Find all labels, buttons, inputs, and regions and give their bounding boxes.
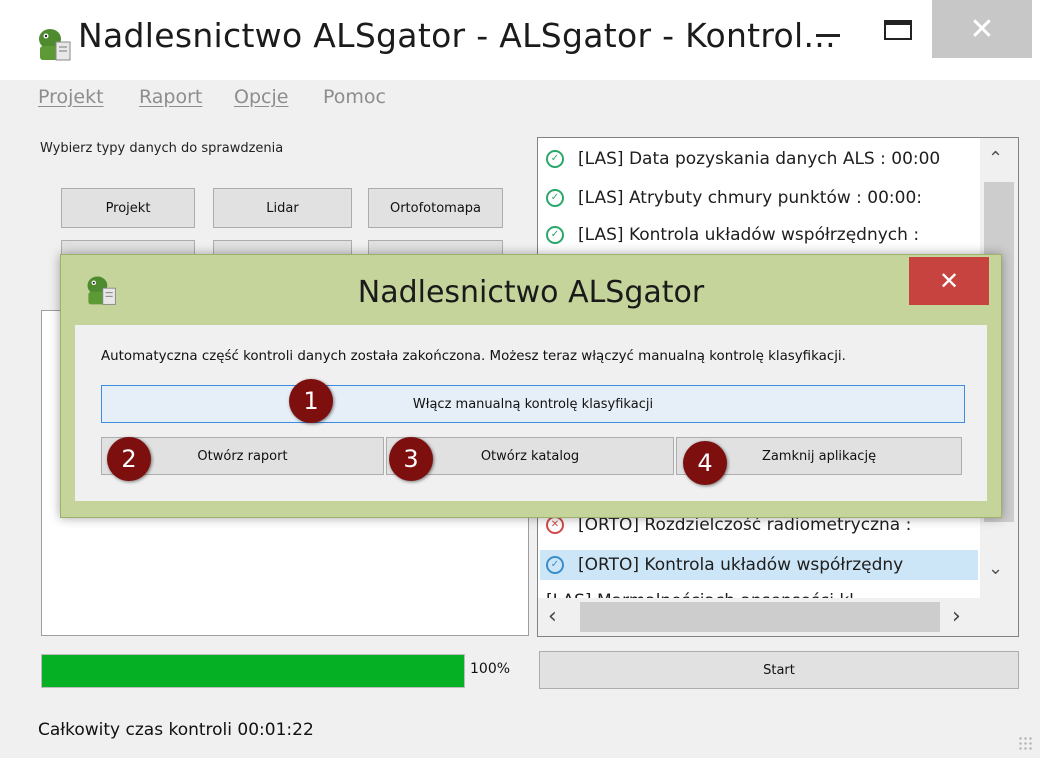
check-icon: ✓ — [546, 150, 564, 168]
horizontal-scrollbar[interactable]: ‹ › — [538, 598, 1018, 636]
menu-projekt[interactable]: Projekt — [38, 86, 104, 108]
close-button[interactable]: ✕ — [932, 0, 1032, 58]
start-button[interactable]: Start — [539, 651, 1019, 689]
status-bar: Całkowity czas kontroli 00:01:22 — [0, 710, 1040, 758]
minimize-icon — [816, 33, 840, 37]
resize-grip-icon[interactable] — [1018, 736, 1032, 750]
ortofotomapa-button[interactable]: Ortofotomapa — [368, 188, 503, 228]
dialog-close-button[interactable]: ✕ — [909, 257, 989, 305]
log-item-text: [LAS] Atrybuty chmury punktów : 00:00: — [578, 188, 923, 208]
horizontal-scroll-thumb[interactable] — [580, 602, 940, 632]
callout-badge-1: 1 — [289, 379, 333, 423]
window-title: Nadlesnictwo ALSgator - ALSgator - Kontr… — [78, 16, 836, 55]
callout-badge-2: 2 — [107, 437, 151, 481]
scroll-down-icon[interactable]: ⌄ — [988, 558, 1003, 579]
close-icon: ✕ — [938, 267, 960, 295]
log-item-text: [ORTO] Rozdzielczość radiometryczna : — [578, 515, 912, 535]
scroll-up-icon[interactable]: ⌃ — [988, 148, 1003, 169]
title-bar: Nadlesnictwo ALSgator - ALSgator - Kontr… — [0, 0, 1040, 80]
dialog-body: Automatyczna część kontroli danych zosta… — [75, 325, 987, 501]
log-item[interactable]: ✓ [LAS] Data pozyskania danych ALS : 00:… — [546, 144, 986, 174]
error-icon: ✕ — [546, 516, 564, 534]
dialog-title: Nadlesnictwo ALSgator — [357, 275, 705, 310]
check-icon: ✓ — [546, 189, 564, 207]
dialog-message: Automatyczna część kontroli danych zosta… — [101, 349, 846, 364]
callout-badge-3: 3 — [389, 437, 433, 481]
callout-badge-4: 4 — [683, 441, 727, 485]
progress-percent: 100% — [470, 661, 511, 677]
log-item[interactable]: ✓ [LAS] Kontrola układów współrzędnych : — [546, 220, 986, 250]
menu-opcje[interactable]: Opcje — [234, 86, 288, 108]
maximize-icon — [884, 20, 912, 40]
log-item[interactable]: ✓ [LAS] Atrybuty chmury punktów : 00:00: — [546, 183, 986, 213]
total-time-text: Całkowity czas kontroli 00:01:22 — [38, 720, 314, 740]
menu-pomoc[interactable]: Pomoc — [323, 86, 386, 108]
log-item-text: [LAS] Kontrola układów współrzędnych : — [578, 225, 920, 245]
check-icon: ✓ — [546, 226, 564, 244]
gator-app-icon — [39, 29, 71, 61]
log-item-selected[interactable]: ✓ [ORTO] Kontrola układów współrzędny — [540, 550, 978, 580]
progress-bar — [41, 654, 465, 688]
scroll-right-icon[interactable]: › — [952, 604, 961, 629]
scroll-left-icon[interactable]: ‹ — [548, 604, 557, 629]
minimize-button[interactable] — [800, 0, 856, 60]
progress-fill — [42, 655, 464, 687]
check-icon: ✓ — [546, 556, 564, 574]
completion-dialog: Nadlesnictwo ALSgator ✕ Automatyczna czę… — [60, 254, 1002, 518]
data-types-label: Wybierz typy danych do sprawdzenia — [40, 141, 284, 156]
enable-manual-control-button[interactable]: Włącz manualną kontrolę klasyfikacji — [101, 385, 965, 423]
maximize-button[interactable] — [868, 0, 928, 60]
close-icon: ✕ — [969, 11, 995, 47]
log-item-text: [ORTO] Kontrola układów współrzędny — [578, 555, 904, 575]
projekt-button[interactable]: Projekt — [61, 188, 195, 228]
log-item-text: [LAS] Data pozyskania danych ALS : 00:00 — [578, 149, 941, 169]
lidar-button[interactable]: Lidar — [213, 188, 352, 228]
menu-bar: Projekt Raport Opcje Pomoc — [0, 82, 1040, 116]
menu-raport[interactable]: Raport — [139, 86, 202, 108]
